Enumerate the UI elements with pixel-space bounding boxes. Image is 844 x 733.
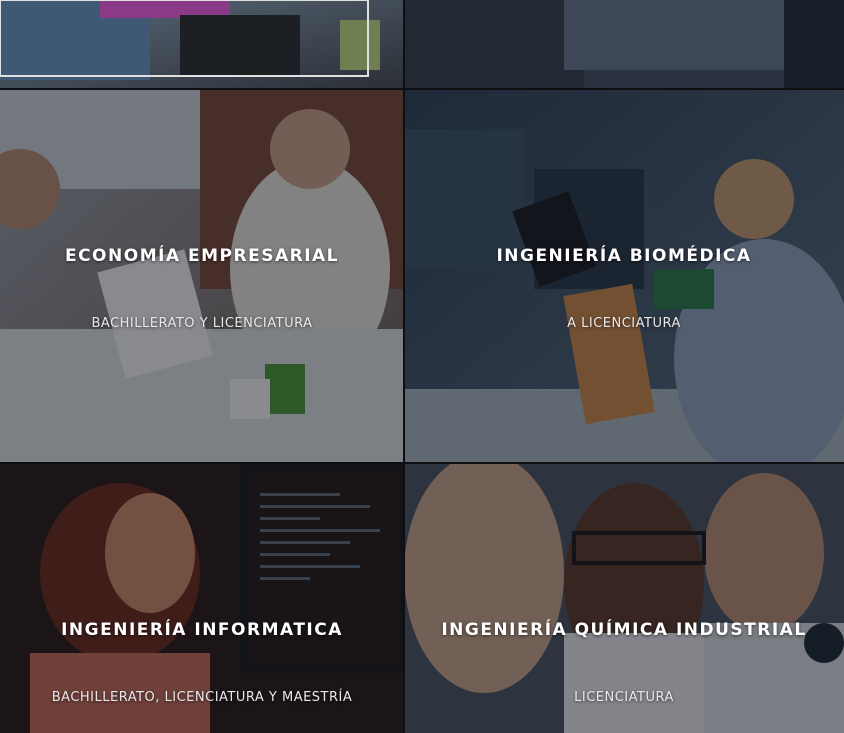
program-title: INGENIERÍA INFORMATICA: [61, 620, 343, 640]
program-title: ECONOMÍA EMPRESARIAL: [64, 246, 340, 266]
program-subtitle: LICENCIATURA: [574, 690, 674, 705]
program-subtitle: BACHILLERATO, LICENCIATURA Y MAESTRÍA: [51, 690, 353, 705]
office-meeting-photo: [404, 0, 844, 89]
office-laptop-photo: [0, 0, 404, 89]
program-subtitle: BACHILLERATO Y LICENCIATURA: [91, 316, 313, 331]
program-tile-partial-left[interactable]: [0, 0, 404, 89]
grid-divider-horizontal: [0, 462, 844, 464]
program-grid: ECONOMÍA EMPRESARIAL BACHILLERATO Y LICE…: [0, 0, 844, 733]
program-tile-partial-right[interactable]: [404, 0, 844, 89]
program-title: INGENIERÍA BIOMÉDICA: [496, 246, 752, 266]
program-tile-quimica[interactable]: INGENIERÍA QUÍMICA INDUSTRIAL LICENCIATU…: [404, 463, 844, 733]
tile-overlay: [404, 89, 844, 463]
program-title: INGENIERÍA QUÍMICA INDUSTRIAL: [441, 620, 807, 640]
tile-overlay: [0, 89, 404, 463]
program-tile-biomedica[interactable]: INGENIERÍA BIOMÉDICA A LICENCIATURA: [404, 89, 844, 463]
program-tile-informatica[interactable]: INGENIERÍA INFORMATICA BACHILLERATO, LIC…: [0, 463, 404, 733]
grid-divider-horizontal: [0, 88, 844, 90]
program-subtitle: A LICENCIATURA: [567, 316, 681, 331]
grid-divider-vertical: [403, 0, 405, 733]
program-tile-economia[interactable]: ECONOMÍA EMPRESARIAL BACHILLERATO Y LICE…: [0, 89, 404, 463]
